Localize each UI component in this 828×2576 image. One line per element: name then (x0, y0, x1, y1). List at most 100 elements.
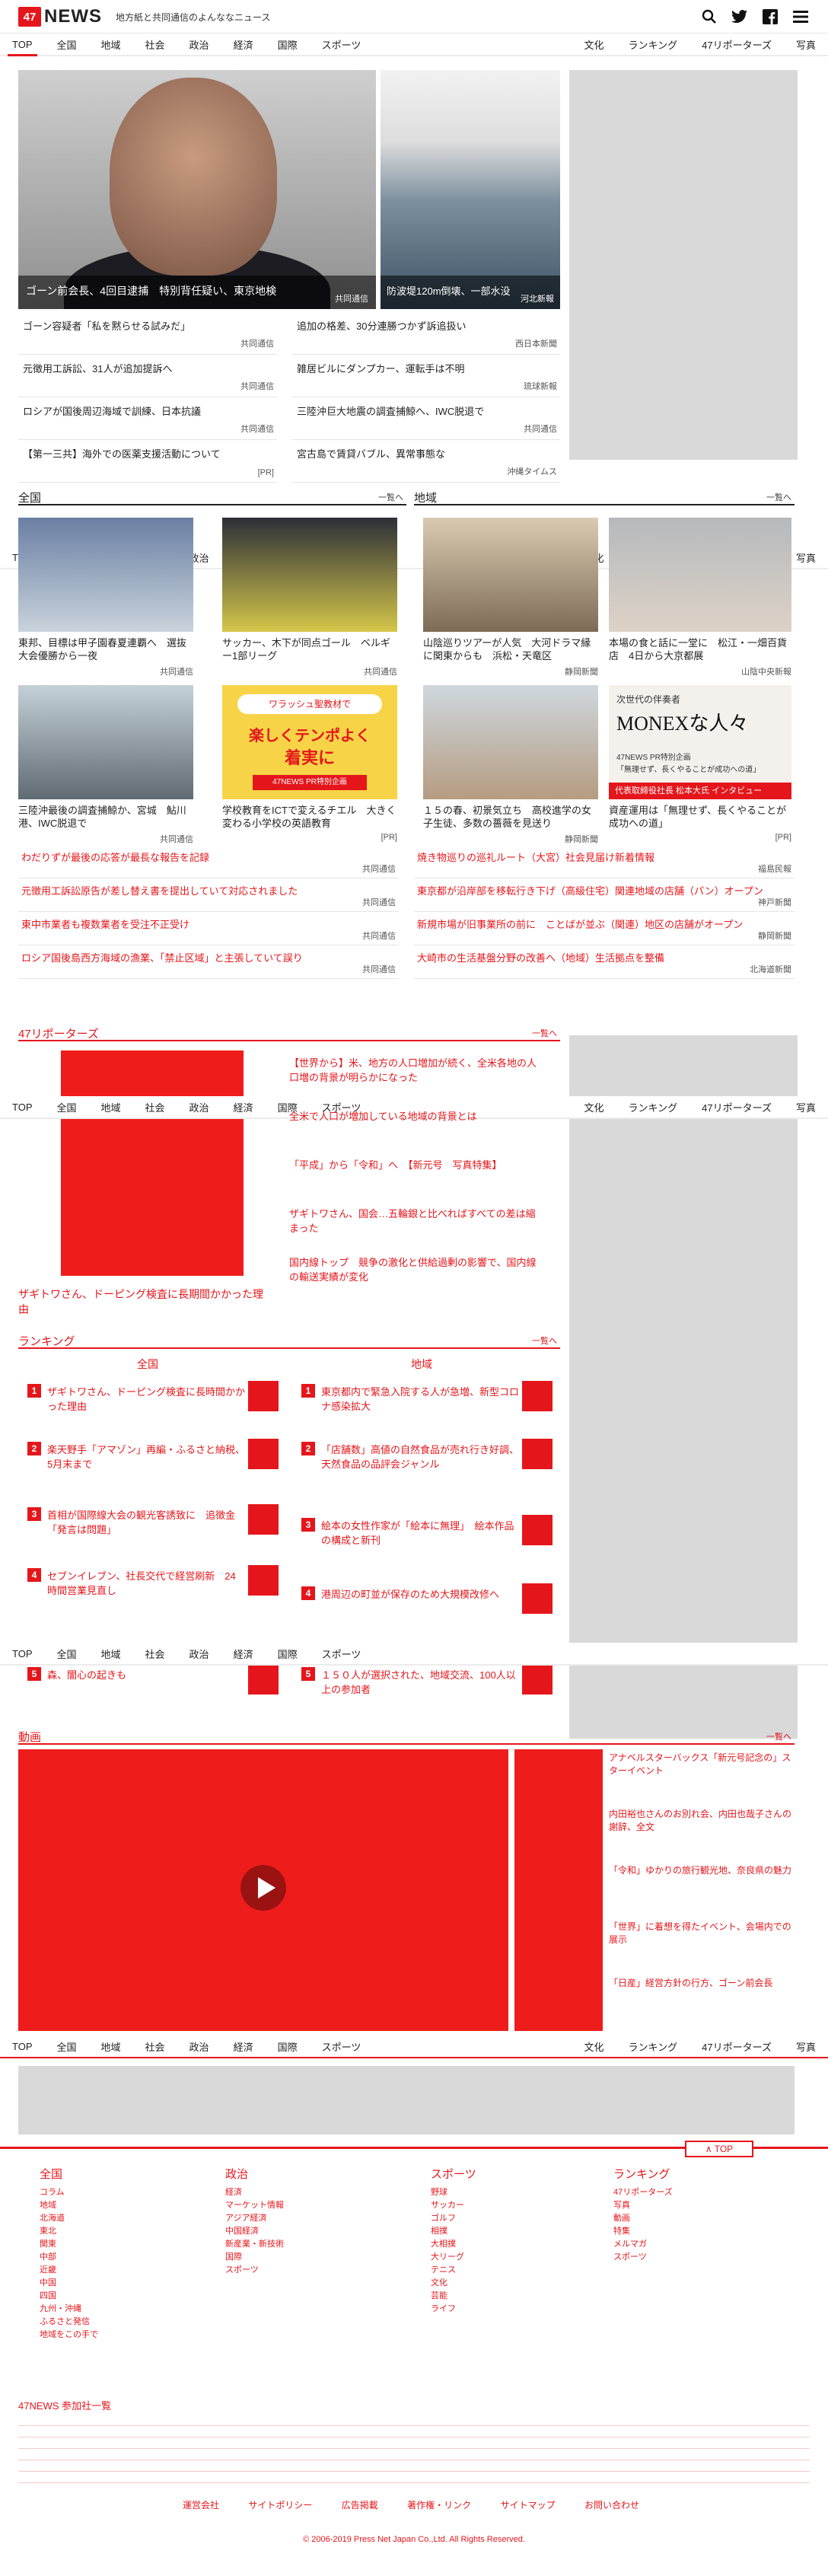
ranking-row[interactable]: 5 １５０人が選択された、地域交流、100人以上の参加者 (301, 1664, 560, 1698)
partners-title[interactable]: 47NEWS 参加社一覧 (18, 2398, 111, 2412)
nav-item-regional[interactable]: 地域 (89, 2036, 133, 2057)
more-link[interactable]: 一覧へ (532, 1027, 557, 1039)
nav-item-national[interactable]: 全国 (45, 1643, 89, 1664)
footer-link[interactable]: メルマガ (613, 2238, 796, 2251)
news-card[interactable]: 三陸沖最後の調査捕鯨か、宮城 鮎川港、IWC脱退で 共同通信 (18, 685, 193, 845)
nav-item-economy[interactable]: 経済 (221, 1643, 266, 1664)
footer-link-contact[interactable]: お問い合わせ (584, 2498, 639, 2511)
news-card[interactable]: １５の春、初景気立ち 高校進学の女子生徒、多数の薔薇を見送り 静岡新聞 (423, 685, 598, 845)
nav-item-national[interactable]: 全国 (45, 1096, 89, 1117)
footer-column-head[interactable]: 全国 (40, 2166, 222, 2182)
nav-item-reporters[interactable]: 47リポーターズ (689, 1096, 784, 1117)
more-link[interactable]: 一覧へ (378, 491, 403, 503)
sidebar-ad-2[interactable] (569, 1035, 798, 1739)
footer-link[interactable]: 関東 (40, 2238, 222, 2251)
footer-link[interactable]: 東北 (40, 2225, 222, 2238)
nav-item-regional[interactable]: 地域 (89, 1643, 133, 1664)
list-item[interactable]: 「日産」経営方針の行方、ゴーン前会長 (609, 1976, 795, 2032)
nav-item-national[interactable]: 全国 (45, 33, 89, 55)
ranking-tab-national[interactable]: 全国 (137, 1357, 158, 1372)
video-thumbs[interactable] (514, 1749, 603, 2031)
headline-row[interactable]: 追加の格差、30分連勝つかず訴追扱い 西日本新聞 (292, 312, 560, 355)
list-item[interactable]: 内田裕也さんのお別れ会、内田也哉子さんの謝辞、全文 (609, 1807, 795, 1863)
nav-item-photos[interactable]: 写真 (784, 2036, 828, 2057)
footer-link-company[interactable]: 運営会社 (183, 2498, 219, 2511)
hero-main-article[interactable]: ゴーン前会長、4回目逮捕 特別背任疑い、東京地検 共同通信 (18, 70, 376, 309)
news-card[interactable]: 本場の食と話に一堂に 松江・一畑百貨店 4日から大京都展 山陰中央新報 (609, 518, 791, 677)
list-item[interactable]: ザギトワさん、国会…五輪銀と比べればすべての差は縮まった (289, 1206, 540, 1255)
ranking-row[interactable]: 1 東京都内で緊急入院する人が急増、新型コロナ感染拡大 (301, 1381, 560, 1414)
nav-item-top[interactable]: TOP (0, 2036, 45, 2057)
site-logo[interactable]: 47 NEWS (18, 7, 107, 27)
nav-item-ranking[interactable]: ランキング (616, 33, 690, 55)
headline-row[interactable]: 元徴用工訴訟、31人が追加提訴へ 共同通信 (18, 355, 277, 397)
headline-row[interactable]: ロシアが国後周辺海域で訓練、日本抗議 共同通信 (18, 397, 277, 440)
nav-item-top[interactable]: TOP (0, 1643, 45, 1664)
nav-item-politics[interactable]: 政治 (177, 33, 221, 55)
footer-link[interactable]: 動画 (613, 2212, 796, 2225)
footer-link[interactable]: アジア経済 (225, 2212, 408, 2225)
list-item[interactable]: 「世界」に着想を得たイベント、会場内での展示 (609, 1920, 795, 1976)
nav-item-photos[interactable]: 写真 (784, 1096, 828, 1117)
nav-item-culture[interactable]: 文化 (572, 1096, 616, 1117)
more-link[interactable]: 一覧へ (532, 1334, 557, 1347)
ad-card-monex[interactable]: 次世代の伴奏者 MONEXな人々 47NEWS PR特別企画 「無理せず、長くや… (609, 685, 791, 842)
footer-link[interactable]: 野球 (431, 2186, 613, 2199)
nav-item-sports[interactable]: スポーツ (310, 2036, 374, 2057)
nav-item-international[interactable]: 国際 (266, 1643, 310, 1664)
footer-link[interactable]: 地域 (40, 2199, 222, 2212)
ranking-row[interactable]: 3 絵本の女性作家が「絵本に無理」 絵本作品の構成と新刊 (301, 1515, 560, 1548)
headline-row[interactable]: 雑居ビルにダンプカー、運転手は不明 琉球新報 (292, 355, 560, 397)
footer-link-sitemap[interactable]: サイトマップ (501, 2498, 556, 2511)
nav-item-culture[interactable]: 文化 (572, 33, 616, 55)
footer-link[interactable]: 近畿 (40, 2264, 222, 2277)
nav-item-top[interactable]: TOP (0, 33, 45, 56)
nav-item-international[interactable]: 国際 (266, 33, 310, 55)
nav-item-society[interactable]: 社会 (133, 33, 177, 55)
footer-link[interactable]: 四国 (40, 2290, 222, 2303)
footer-column-head[interactable]: スポーツ (431, 2166, 613, 2182)
ranking-tab-regional[interactable]: 地域 (411, 1357, 432, 1372)
nav-item-international[interactable]: 国際 (266, 2036, 310, 2057)
nav-item-top[interactable]: TOP (0, 1096, 45, 1117)
footer-link[interactable]: 大リーグ (431, 2251, 613, 2264)
footer-column-head[interactable]: ランキング (613, 2166, 796, 2182)
search-icon[interactable] (700, 8, 718, 26)
nav-item-photos[interactable]: 写真 (784, 33, 828, 55)
bottom-ad[interactable] (18, 2066, 795, 2134)
footer-link[interactable]: コラム (40, 2186, 222, 2199)
list-item[interactable]: 東中市業者も複数業者を受注不正受け 共同通信 (18, 912, 399, 945)
list-item[interactable]: アナベルスターバックス「新元号記念の」スターイベント (609, 1751, 795, 1807)
ranking-row[interactable]: 4 港周辺の町並が保存のため大規模改修へ (301, 1583, 560, 1617)
nav-item-society[interactable]: 社会 (133, 2036, 177, 2057)
footer-link[interactable]: 新産業・新技術 (225, 2238, 408, 2251)
footer-link[interactable]: 大相撲 (431, 2238, 613, 2251)
partners-list[interactable] (18, 2415, 810, 2491)
list-item[interactable]: 焼き物巡りの巡礼ルート（大宮）社会見届け新着情報 福島民報 (414, 845, 795, 878)
nav-item-economy[interactable]: 経済 (221, 2036, 266, 2057)
footer-link[interactable]: マーケット情報 (225, 2199, 408, 2212)
footer-link-policy[interactable]: サイトポリシー (248, 2498, 312, 2511)
footer-link[interactable]: 芸能 (431, 2290, 613, 2303)
footer-link[interactable]: サッカー (431, 2199, 613, 2212)
hero-sub-article[interactable]: 防波堤120m倒壊、一部水没 河北新報 (381, 70, 560, 309)
ad-card-education[interactable]: ワラッシュ聖教材で 楽しくテンポよく 着実に 47NEWS PR特別企画 学校教… (222, 685, 397, 842)
footer-link[interactable]: 相撲 (431, 2225, 613, 2238)
footer-link[interactable]: 中国 (40, 2277, 222, 2290)
footer-link[interactable]: ふるさと発信 (40, 2316, 222, 2329)
ranking-row[interactable]: 3 首相が国際線大会の観光客誘致に 追徴金「発言は問題」 (27, 1504, 286, 1538)
list-item[interactable]: 国内線トップ 競争の激化と供給過剰の影響で、国内線の輸送実績が変化 (289, 1255, 540, 1303)
nav-item-economy[interactable]: 経済 (221, 1096, 266, 1117)
nav-item-regional[interactable]: 地域 (89, 1096, 133, 1117)
nav-item-politics[interactable]: 政治 (177, 1643, 221, 1664)
ranking-row[interactable]: 2 楽天野手「アマゾン」再編・ふるさと納税、5月末まで (27, 1439, 286, 1472)
list-item[interactable]: 新規市場が旧事業所の前に ことばが並ぶ（関連）地区の店舗がオープン 静岡新聞 (414, 912, 795, 945)
nav-item-reporters[interactable]: 47リポーターズ (689, 33, 784, 55)
footer-column-head[interactable]: 政治 (225, 2166, 408, 2182)
news-card[interactable]: 山陰巡りツアーが人気 大河ドラマ縁に関東からも 浜松・天竜区 静岡新聞 (423, 518, 598, 677)
footer-link[interactable]: 47リポーターズ (613, 2186, 796, 2199)
footer-link[interactable]: 写真 (613, 2199, 796, 2212)
footer-link[interactable]: スポーツ (613, 2251, 796, 2264)
more-link[interactable]: 一覧へ (766, 1730, 791, 1742)
list-item[interactable]: 【世界から】米、地方の人口増加が続く、全米各地の人口増の背景が明らかになった (289, 1055, 540, 1108)
